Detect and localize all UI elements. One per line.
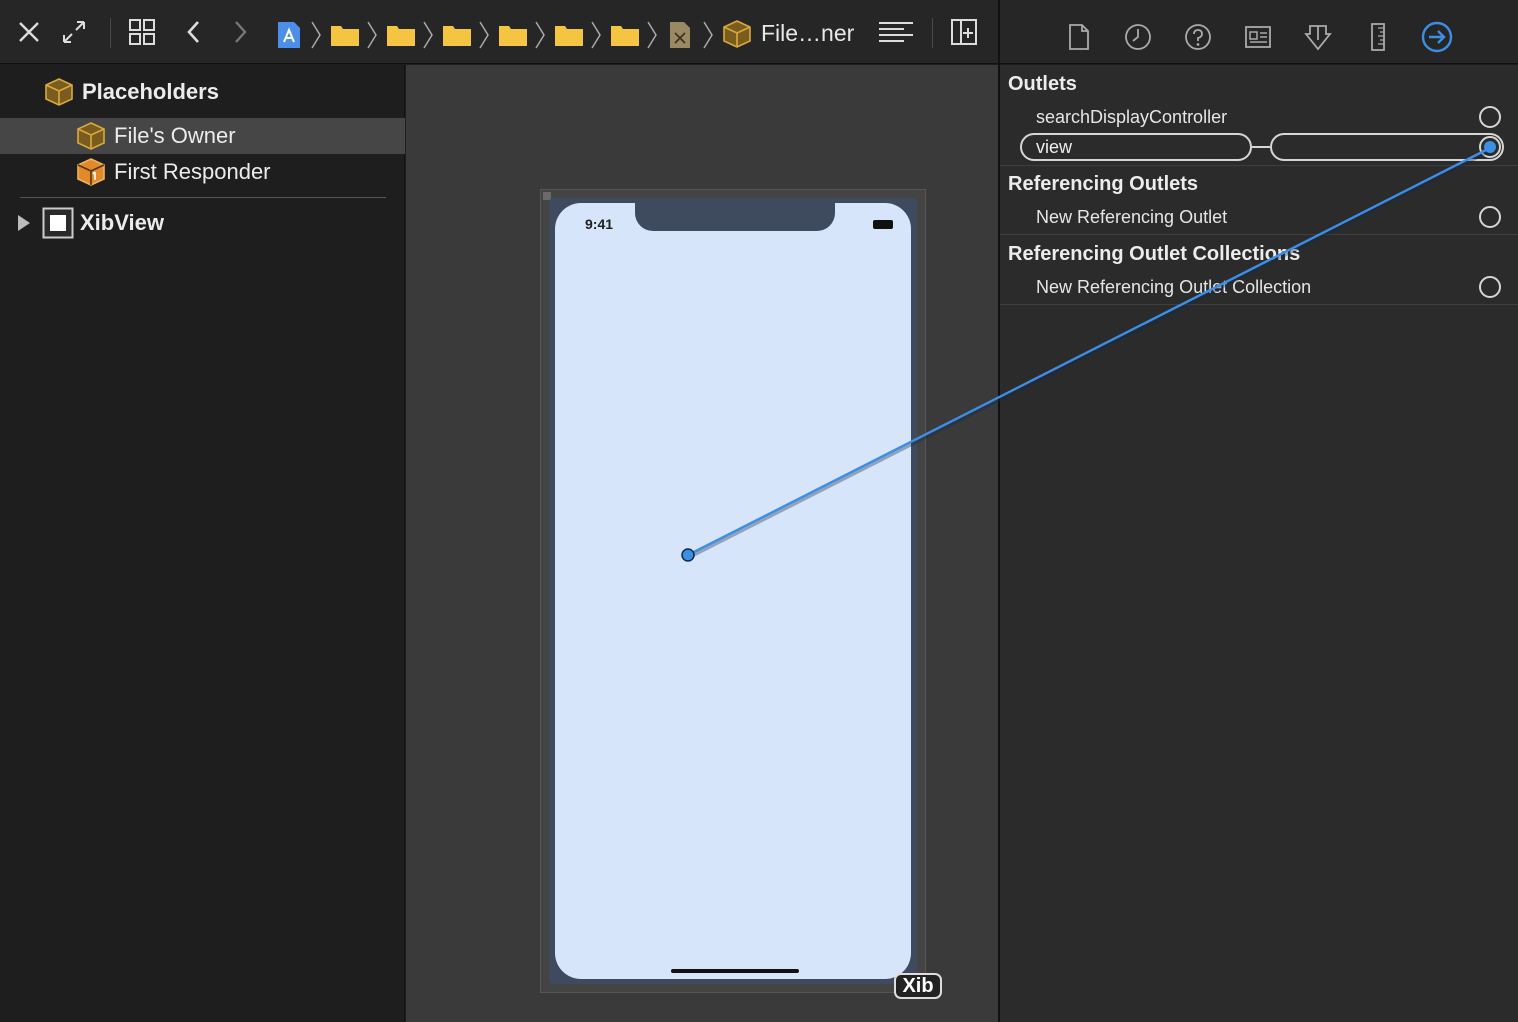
home-indicator bbox=[671, 969, 799, 973]
breadcrumb-chevron-icon bbox=[423, 21, 433, 49]
history-inspector-icon[interactable] bbox=[1122, 20, 1154, 54]
breadcrumb-chevron-icon bbox=[479, 21, 489, 49]
battery-icon bbox=[873, 220, 893, 229]
section-divider bbox=[1000, 234, 1518, 235]
outlet-connected-circle[interactable] bbox=[1479, 136, 1501, 158]
size-inspector-icon[interactable] bbox=[1362, 20, 1394, 54]
section-divider bbox=[1000, 165, 1518, 166]
outline-item-files-owner[interactable]: File's Owner bbox=[0, 118, 405, 154]
breadcrumb-chevron-icon bbox=[591, 21, 601, 49]
breadcrumb-title[interactable]: File…ner bbox=[761, 20, 854, 47]
new-referencing-collection-label: New Referencing Outlet Collection bbox=[1036, 277, 1312, 297]
toolbar-separator bbox=[110, 18, 111, 48]
first-responder-cube-icon bbox=[77, 158, 105, 186]
folder-icon[interactable] bbox=[498, 23, 528, 47]
expand-icon[interactable] bbox=[58, 16, 90, 48]
referencing-collections-title: Referencing Outlet Collections bbox=[1008, 243, 1301, 265]
forward-icon[interactable] bbox=[224, 16, 256, 48]
outline-placeholders-group[interactable]: Placeholders bbox=[0, 74, 405, 110]
xib-view-frame[interactable]: 9:41 bbox=[540, 189, 926, 993]
editor-options-icon[interactable] bbox=[878, 16, 914, 48]
folder-icon[interactable] bbox=[330, 23, 360, 47]
interface-builder-canvas[interactable]: 9:41 Xib bbox=[406, 65, 998, 1022]
toolbar-separator bbox=[932, 18, 933, 48]
new-referencing-outlet-label: New Referencing Outlet bbox=[1036, 207, 1228, 227]
outline-item-label: File's Owner bbox=[114, 123, 236, 148]
xib-view[interactable]: 9:41 bbox=[555, 203, 911, 979]
project-file-icon[interactable] bbox=[276, 20, 302, 50]
breadcrumb-chevron-icon bbox=[311, 21, 321, 49]
breadcrumb-chevron-icon bbox=[703, 21, 713, 49]
attributes-inspector-icon[interactable] bbox=[1302, 20, 1334, 54]
referencing-collection-circle[interactable] bbox=[1479, 276, 1501, 298]
device-bezel: 9:41 bbox=[549, 198, 917, 984]
document-outline: Placeholders File's Owner First Responde… bbox=[0, 65, 405, 1022]
object-cube-icon[interactable] bbox=[722, 19, 752, 49]
placeholder-cube-icon bbox=[45, 78, 73, 106]
identity-inspector-icon[interactable] bbox=[1242, 20, 1274, 54]
referencing-outlet-circle[interactable] bbox=[1479, 206, 1501, 228]
connections-inspector-icon[interactable] bbox=[1421, 20, 1453, 54]
breadcrumb-chevron-icon bbox=[367, 21, 377, 49]
outlet-connected-dot bbox=[1484, 141, 1496, 153]
outlet-connector-line bbox=[1252, 146, 1270, 148]
breadcrumb-chevron-icon bbox=[535, 21, 545, 49]
folder-icon[interactable] bbox=[554, 23, 584, 47]
inspector-selector-bar bbox=[1000, 0, 1518, 64]
add-editor-icon[interactable] bbox=[948, 16, 980, 48]
file-inspector-icon[interactable] bbox=[1063, 20, 1095, 54]
xib-badge: Xib bbox=[894, 973, 942, 999]
connections-inspector: Outlets searchDisplayController view Ref… bbox=[1000, 65, 1518, 1022]
jump-bar: File…ner bbox=[0, 0, 998, 64]
related-items-icon[interactable] bbox=[126, 16, 158, 48]
breadcrumb-chevron-icon bbox=[647, 21, 657, 49]
outline-divider bbox=[20, 197, 386, 198]
outlet-label: searchDisplayController bbox=[1036, 107, 1228, 127]
disclosure-triangle-icon[interactable] bbox=[16, 213, 32, 233]
outline-placeholders-label: Placeholders bbox=[82, 79, 219, 104]
folder-icon[interactable] bbox=[386, 23, 416, 47]
outlet-connect-circle[interactable] bbox=[1479, 106, 1501, 128]
status-bar-time: 9:41 bbox=[585, 216, 614, 232]
folder-icon[interactable] bbox=[610, 23, 640, 47]
outlets-section-title: Outlets bbox=[1008, 73, 1077, 95]
view-object-icon bbox=[42, 207, 74, 239]
xib-file-icon[interactable] bbox=[668, 20, 692, 50]
outline-item-xibview[interactable]: XibView bbox=[0, 205, 405, 241]
outlet-view-pill[interactable]: view bbox=[1020, 133, 1252, 161]
device-notch bbox=[635, 203, 835, 231]
outline-item-first-responder[interactable]: First Responder bbox=[0, 154, 405, 190]
folder-icon[interactable] bbox=[442, 23, 472, 47]
back-icon[interactable] bbox=[178, 16, 210, 48]
section-divider bbox=[1000, 304, 1518, 305]
close-icon[interactable] bbox=[13, 16, 45, 48]
outline-item-label: XibView bbox=[80, 210, 164, 235]
referencing-outlets-title: Referencing Outlets bbox=[1008, 173, 1199, 195]
outlet-label: view bbox=[1036, 137, 1073, 157]
quick-help-icon[interactable] bbox=[1182, 20, 1214, 54]
outline-item-label: First Responder bbox=[114, 159, 271, 184]
outlet-target-pill[interactable] bbox=[1270, 133, 1504, 161]
files-owner-cube-icon bbox=[77, 122, 105, 150]
